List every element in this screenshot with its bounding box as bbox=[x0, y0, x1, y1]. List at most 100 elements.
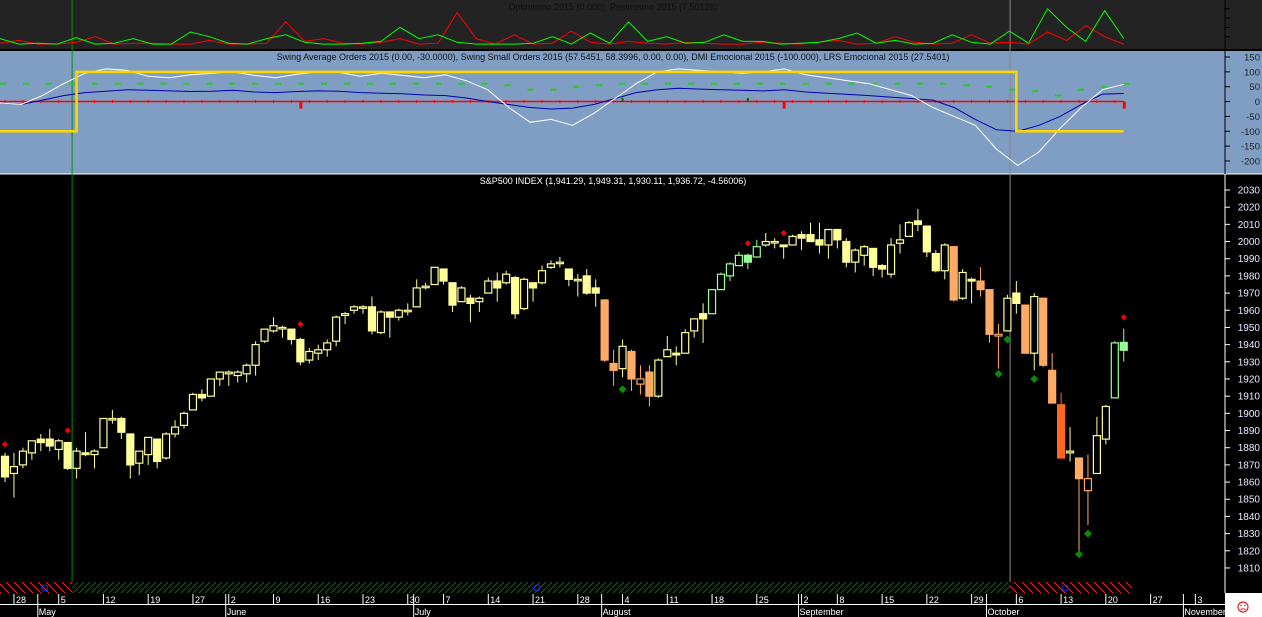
candle-up bbox=[144, 436, 153, 456]
candle-down bbox=[949, 246, 958, 301]
day-label: 25 bbox=[759, 595, 769, 605]
candle-down bbox=[1048, 369, 1057, 404]
candle-down bbox=[153, 438, 162, 463]
day-label: 29 bbox=[974, 595, 984, 605]
month-label: May bbox=[39, 607, 57, 617]
candle-up bbox=[412, 287, 421, 308]
candle-down bbox=[833, 228, 842, 241]
price-axis-label: 1840 bbox=[1238, 512, 1261, 523]
candle-up bbox=[358, 306, 368, 309]
sell-bar bbox=[782, 101, 786, 109]
candle-down bbox=[448, 282, 457, 306]
candle-up bbox=[1030, 295, 1039, 354]
buy-bar bbox=[621, 97, 624, 102]
swing-axis-label: -200 bbox=[1241, 156, 1260, 167]
price-axis-label: 1900 bbox=[1238, 409, 1261, 420]
candle-up bbox=[269, 325, 278, 332]
price-axis-label: 1990 bbox=[1238, 254, 1261, 265]
candle-down bbox=[806, 234, 815, 243]
candle-down bbox=[1039, 297, 1048, 366]
candle-up bbox=[457, 287, 466, 303]
candle-down bbox=[698, 313, 708, 320]
candle-down bbox=[743, 254, 752, 263]
candle-up bbox=[260, 328, 269, 342]
candle-up bbox=[725, 263, 735, 277]
candle-up bbox=[1092, 435, 1102, 475]
day-label: 12 bbox=[105, 595, 115, 605]
candle-down bbox=[672, 352, 681, 356]
swing-axis-label: 150 bbox=[1244, 53, 1260, 64]
price-axis-label: 1830 bbox=[1238, 529, 1261, 540]
candle-up bbox=[994, 333, 1003, 337]
candle-down bbox=[645, 371, 654, 397]
candle-up bbox=[958, 271, 967, 299]
candle-up bbox=[376, 311, 385, 334]
candle-up bbox=[1083, 478, 1093, 492]
candle-up bbox=[224, 371, 233, 375]
candle-down bbox=[296, 338, 305, 363]
bullish-zone bbox=[72, 582, 1011, 593]
candle-up bbox=[716, 273, 726, 291]
candle-up bbox=[206, 378, 215, 397]
buy-bar bbox=[746, 97, 749, 102]
candle-down bbox=[976, 280, 985, 291]
day-label: 27 bbox=[195, 595, 205, 605]
day-label: 20 bbox=[1108, 595, 1118, 605]
swing-axis-label: -100 bbox=[1241, 127, 1260, 138]
day-label: 6 bbox=[1018, 595, 1023, 605]
candle-down bbox=[287, 328, 296, 341]
candle-up bbox=[314, 349, 323, 354]
candle-up bbox=[403, 309, 412, 313]
candle-down bbox=[797, 234, 806, 239]
day-label: 28 bbox=[580, 595, 590, 605]
candle-up bbox=[1101, 405, 1110, 440]
candle-up bbox=[636, 378, 645, 385]
day-label: 4 bbox=[625, 595, 630, 605]
candle-up bbox=[179, 412, 189, 426]
candle-up bbox=[940, 244, 949, 272]
price-axis-label: 1810 bbox=[1238, 563, 1261, 574]
corner-area bbox=[1225, 593, 1262, 617]
candle-up bbox=[1110, 342, 1119, 399]
candle-up bbox=[9, 465, 19, 475]
day-label: 11 bbox=[669, 595, 678, 605]
day-label: 5 bbox=[61, 595, 66, 605]
candle-down bbox=[1012, 292, 1021, 304]
day-label: 8 bbox=[839, 595, 844, 605]
candle-up bbox=[886, 244, 896, 275]
candle-down bbox=[197, 393, 206, 399]
candle-up bbox=[430, 266, 439, 286]
price-axis-label: 1930 bbox=[1238, 357, 1261, 368]
candle-down bbox=[117, 417, 126, 433]
candle-up bbox=[349, 306, 359, 311]
candle-up bbox=[278, 326, 287, 330]
candle-up bbox=[90, 450, 99, 456]
candle-up bbox=[1065, 450, 1075, 454]
candle-down bbox=[985, 289, 994, 335]
swing-axis-label: -150 bbox=[1241, 142, 1260, 153]
candle-up bbox=[761, 240, 770, 246]
day-label: 30 bbox=[410, 595, 420, 605]
price-axis-label: 1950 bbox=[1238, 323, 1261, 334]
candle-down bbox=[913, 220, 923, 225]
candle-up bbox=[18, 450, 27, 466]
candle-down bbox=[126, 433, 135, 466]
candle-down bbox=[439, 268, 448, 282]
candle-up bbox=[851, 249, 860, 263]
candle-up bbox=[54, 440, 63, 451]
price-axis-label: 1970 bbox=[1238, 289, 1261, 300]
candle-up bbox=[332, 316, 341, 342]
candle-down bbox=[600, 299, 609, 361]
price-axis-label: 1890 bbox=[1238, 426, 1261, 437]
price-axis-label: 2000 bbox=[1238, 237, 1261, 248]
day-label: 14 bbox=[490, 595, 500, 605]
price-axis-label: 2010 bbox=[1238, 220, 1261, 231]
sentiment-title: Optimismo 2015 (0.000), Pesimismo 2015 (… bbox=[508, 2, 717, 12]
candle-up bbox=[707, 289, 717, 315]
sentiment-axis-label: 10 bbox=[1249, 32, 1260, 43]
candle-down bbox=[367, 306, 377, 332]
candle-up bbox=[654, 359, 663, 397]
bearish-zone bbox=[1010, 582, 1132, 593]
candle-down bbox=[922, 225, 931, 253]
bearish-zone bbox=[0, 582, 73, 593]
